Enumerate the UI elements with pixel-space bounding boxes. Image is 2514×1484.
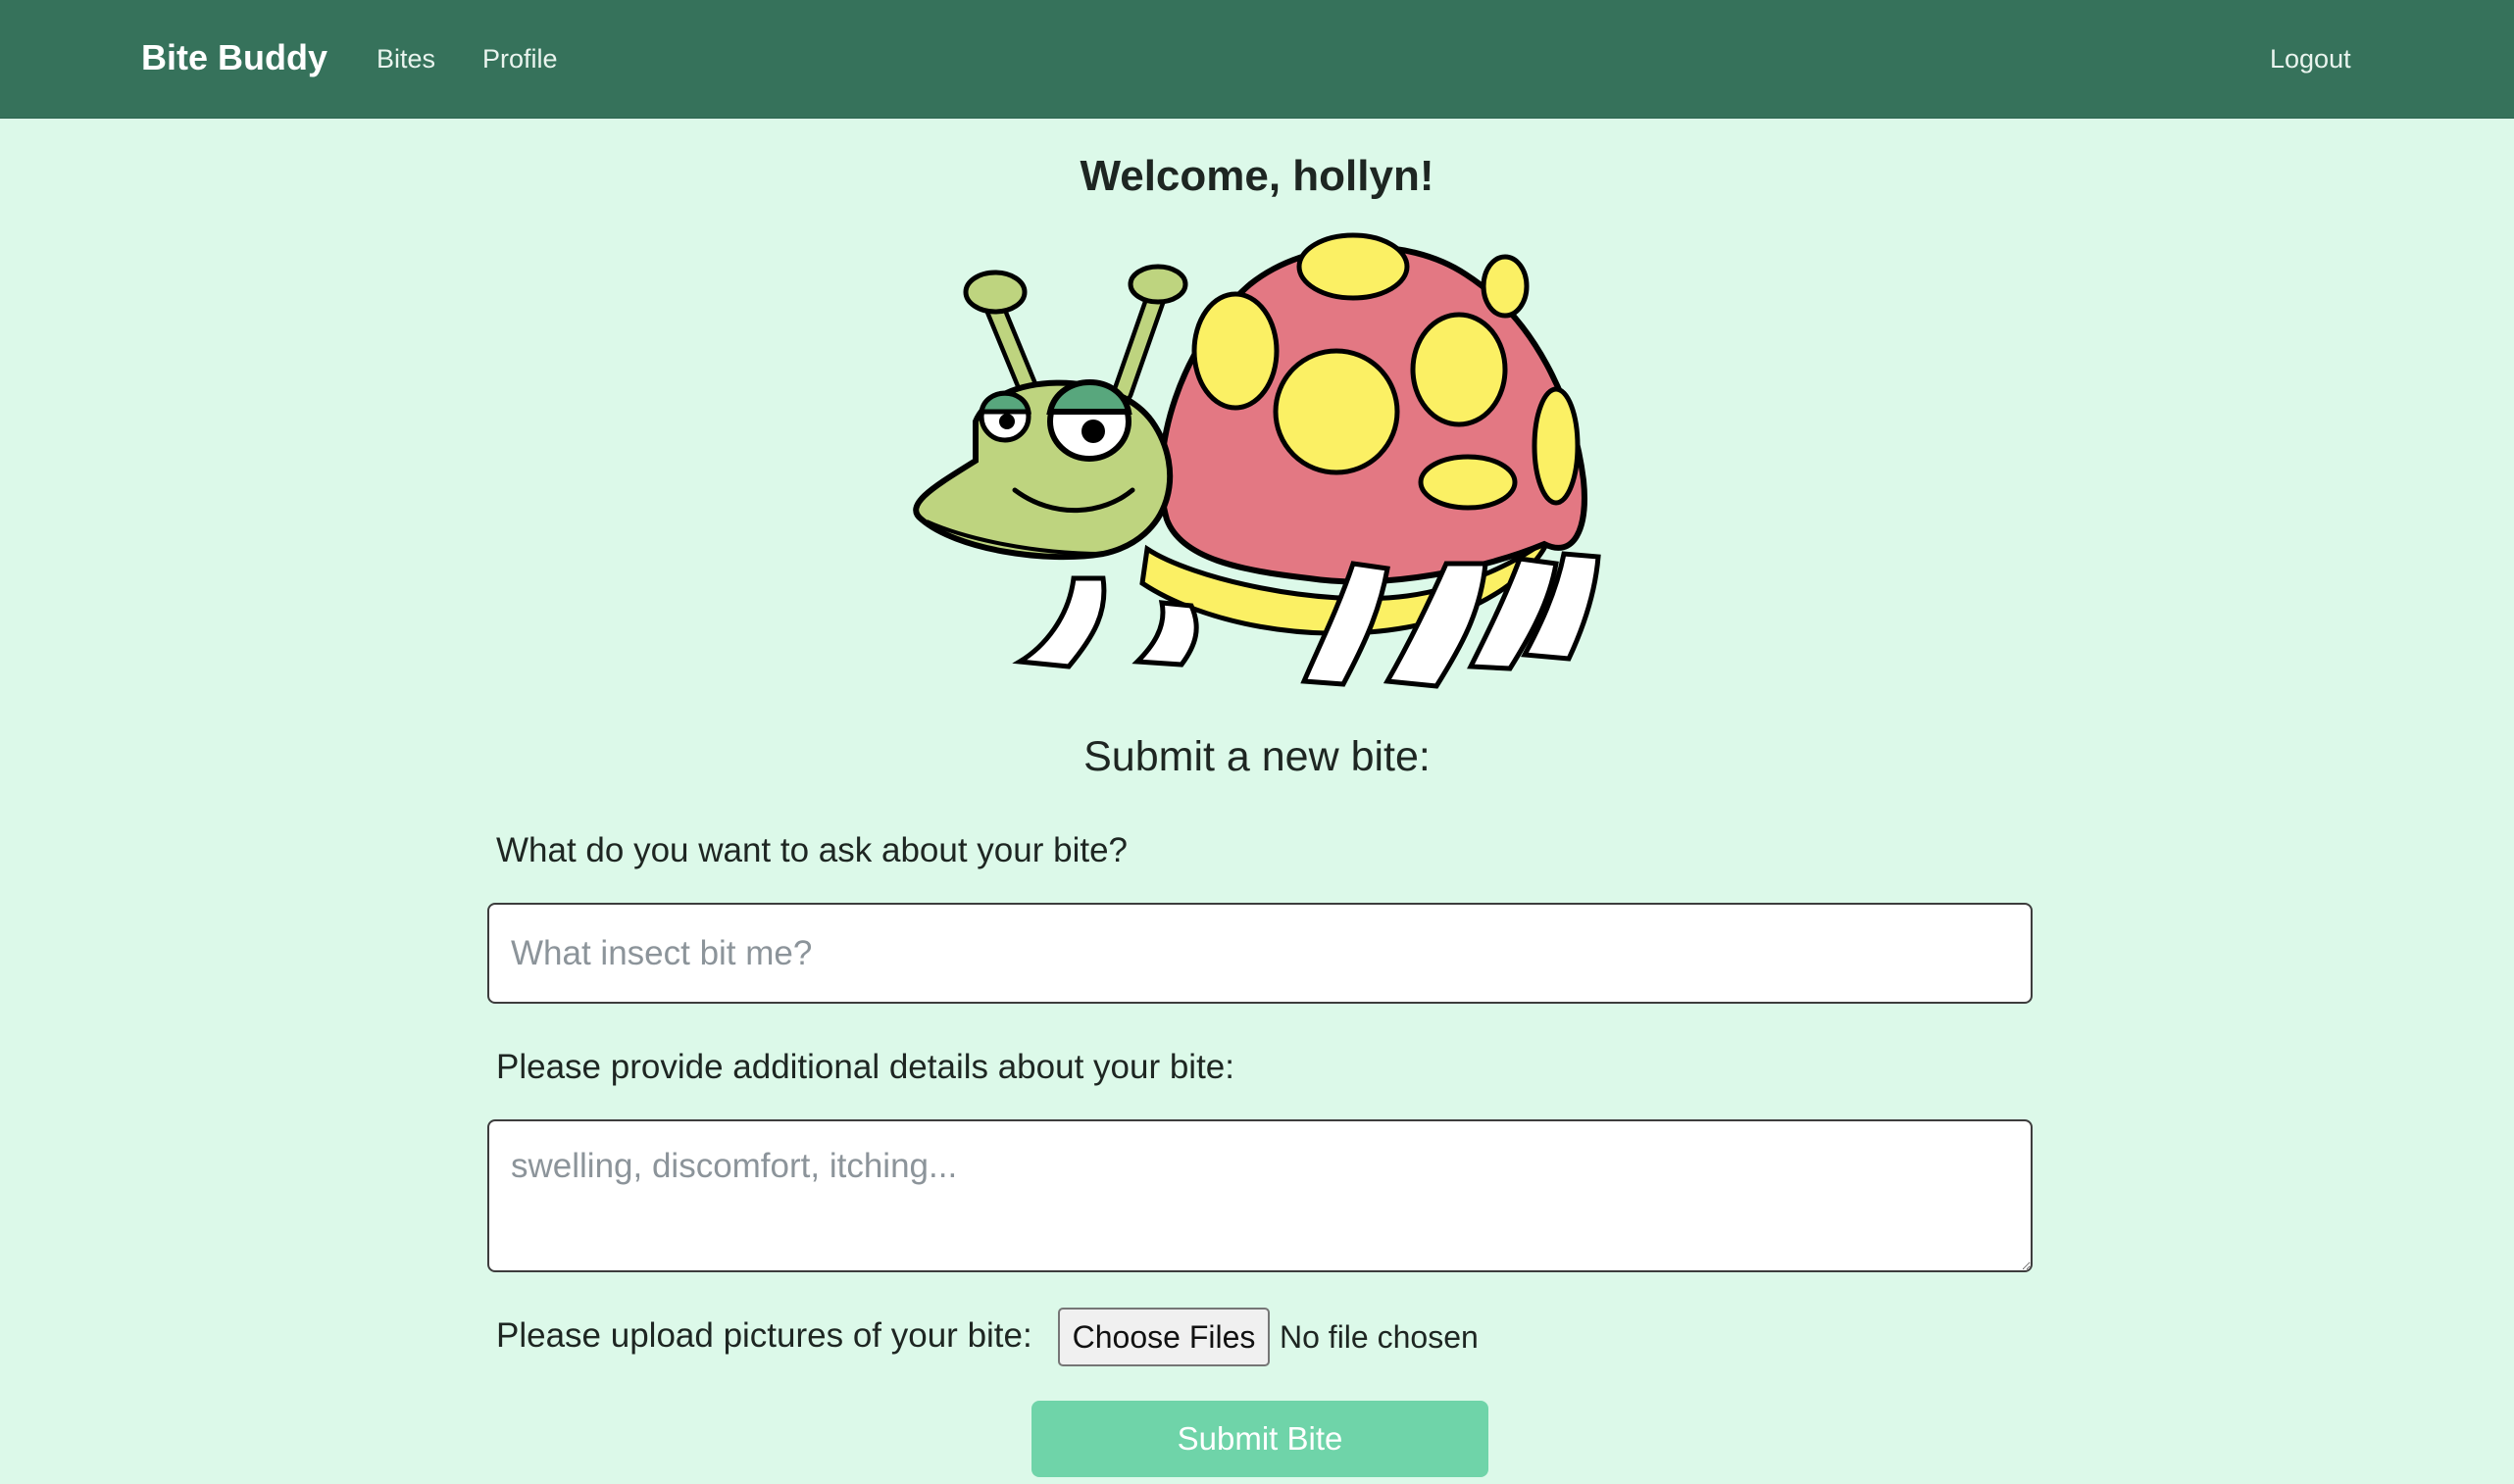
upload-label: Please upload pictures of your bite: [496,1316,1032,1355]
submit-bite-heading: Submit a new bite: [1083,733,1431,780]
ladybug-mascot-icon [913,232,1601,689]
nav-link-bites[interactable]: Bites [377,44,435,74]
nav-link-profile[interactable]: Profile [482,44,558,74]
brand-link[interactable]: Bite Buddy [141,37,327,78]
welcome-heading: Welcome, hollyn! [1080,152,1434,200]
choose-files-button[interactable]: Choose Files [1058,1308,1270,1366]
details-textarea[interactable] [487,1119,2033,1272]
question-label: What do you want to ask about your bite? [496,831,1128,869]
top-navbar: Bite Buddy Bites Profile Logout [0,0,2514,119]
file-status-text: No file chosen [1280,1319,1479,1355]
question-input[interactable] [487,903,2033,1004]
submit-bite-button[interactable]: Submit Bite [1031,1401,1488,1477]
logout-link[interactable]: Logout [2270,44,2351,74]
details-label: Please provide additional details about … [496,1048,1234,1086]
